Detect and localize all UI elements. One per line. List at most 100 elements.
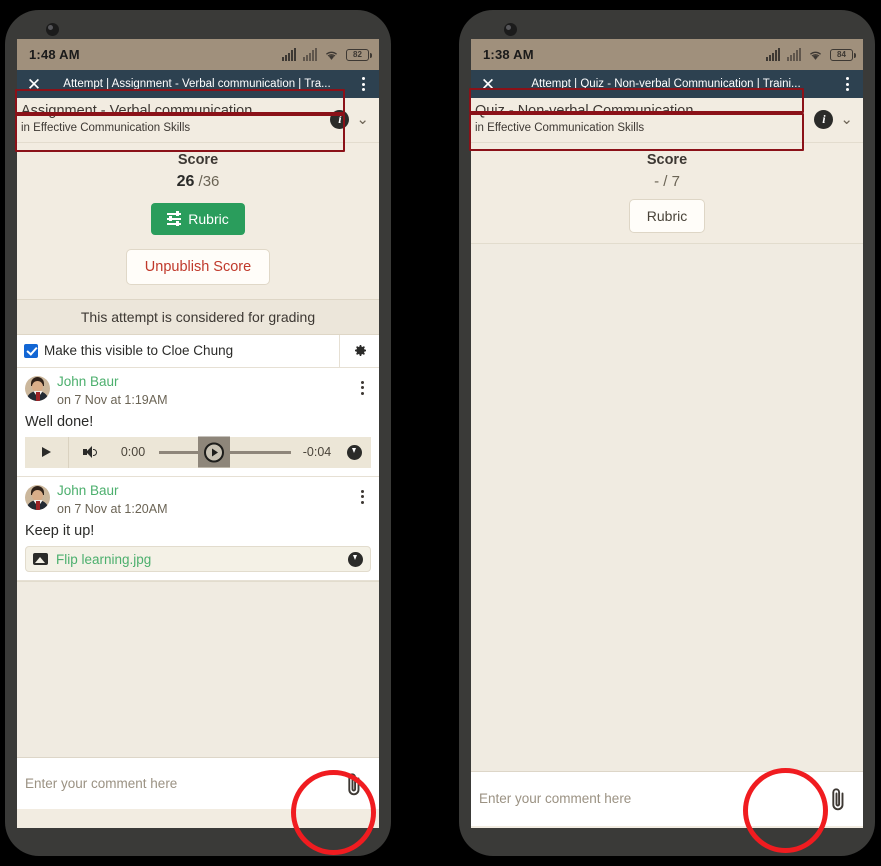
close-icon[interactable]: ✕ bbox=[17, 76, 51, 93]
visibility-checkbox[interactable] bbox=[24, 343, 38, 358]
context-actions: i ⌄ bbox=[808, 109, 863, 129]
status-bar: 1:48 AM 82 bbox=[17, 39, 379, 70]
battery-icon: 82 bbox=[346, 48, 372, 61]
attach-file-button[interactable] bbox=[337, 770, 371, 798]
attachment-filename[interactable]: Flip learning.jpg bbox=[56, 552, 340, 567]
left-phone-frame: 1:48 AM 82 ✕ Attempt | Assignment - Verb… bbox=[5, 10, 391, 856]
status-clock: 1:48 AM bbox=[29, 47, 80, 62]
visibility-toggle[interactable]: Make this visible to Cloe Chung bbox=[17, 343, 339, 358]
comment-attachment[interactable]: Flip learning.jpg bbox=[25, 546, 371, 573]
audio-remaining-time: -0:04 bbox=[302, 445, 332, 460]
page-title: Assignment - Verbal communication bbox=[21, 103, 253, 119]
signal-bars-icon bbox=[766, 48, 780, 61]
app-bar: ✕ Attempt | Assignment - Verbal communic… bbox=[17, 70, 379, 98]
comment-menu-icon[interactable] bbox=[353, 374, 371, 395]
score-block: Score - / 7 Rubric bbox=[471, 142, 863, 243]
comment-item: John Baur on 7 Nov at 1:20AM Keep it up!… bbox=[17, 477, 379, 582]
status-bar: 1:38 AM 84 bbox=[471, 39, 863, 70]
audio-current-time: 0:00 bbox=[120, 445, 146, 460]
audio-player[interactable]: 0:00 -0:04 bbox=[25, 436, 371, 468]
double-chevron-down-icon[interactable]: ⌄ bbox=[840, 112, 853, 127]
score-earned: 26 bbox=[176, 172, 195, 190]
battery-level: 82 bbox=[353, 49, 362, 59]
info-icon[interactable]: i bbox=[330, 109, 350, 129]
double-chevron-down-icon[interactable]: ⌄ bbox=[356, 112, 369, 127]
comment-input[interactable]: Enter your comment here bbox=[479, 791, 821, 806]
tune-sliders-icon bbox=[167, 211, 182, 227]
score-block: Score 26 /36 Rubric Unpublish Score bbox=[17, 142, 379, 299]
left-phone-screen: 1:48 AM 82 ✕ Attempt | Assignment - Verb… bbox=[17, 39, 379, 828]
app-bar-title: Attempt | Quiz - Non-verbal Communicatio… bbox=[531, 78, 801, 90]
signal-bars-icon bbox=[282, 48, 296, 61]
grading-note: This attempt is considered for grading bbox=[17, 298, 379, 335]
kebab-menu-icon[interactable] bbox=[831, 77, 863, 91]
status-clock: 1:38 AM bbox=[483, 47, 534, 62]
wifi-icon bbox=[809, 51, 822, 60]
score-earned: - bbox=[654, 172, 660, 190]
rubric-button-wrap: Rubric bbox=[471, 190, 863, 233]
comment-author[interactable]: John Baur bbox=[57, 374, 346, 391]
comment-input-row[interactable]: Enter your comment here bbox=[471, 770, 863, 826]
image-file-icon bbox=[33, 553, 48, 566]
rubric-button[interactable]: Rubric bbox=[628, 198, 706, 233]
content-filler bbox=[17, 581, 379, 758]
score-total: / 7 bbox=[663, 172, 680, 190]
rubric-button[interactable]: Rubric bbox=[151, 202, 245, 235]
comment-text: Well done! bbox=[25, 413, 94, 430]
paperclip-icon bbox=[832, 788, 844, 810]
right-phone-frame: 1:38 AM 84 ✕ Attempt | Quiz - Non-verbal… bbox=[459, 10, 875, 856]
screenshot-stage: 1:48 AM 82 ✕ Attempt | Assignment - Verb… bbox=[0, 0, 881, 866]
context-header: Quiz - Non-verbal Communication in Effec… bbox=[471, 98, 863, 143]
context-text: Assignment - Verbal communication in Eff… bbox=[17, 103, 324, 136]
comment-author[interactable]: John Baur bbox=[57, 483, 346, 500]
visibility-label: Make this visible to Cloe Chung bbox=[44, 343, 234, 359]
signal-bars-icon-2 bbox=[787, 48, 801, 61]
download-icon[interactable] bbox=[348, 551, 363, 567]
content-filler bbox=[471, 242, 863, 771]
comment-meta: John Baur on 7 Nov at 1:20AM bbox=[57, 483, 346, 517]
close-icon[interactable]: ✕ bbox=[471, 76, 505, 93]
audio-download-button[interactable] bbox=[337, 444, 371, 460]
comment-menu-icon[interactable] bbox=[353, 483, 371, 504]
context-actions: i ⌄ bbox=[324, 109, 379, 129]
visibility-row: Make this visible to Cloe Chung bbox=[17, 334, 379, 368]
score-value: 26 /36 bbox=[17, 173, 379, 191]
comment-input[interactable]: Enter your comment here bbox=[25, 776, 337, 791]
comment-item: John Baur on 7 Nov at 1:19AM Well done! … bbox=[17, 368, 379, 477]
audio-progress-track[interactable] bbox=[159, 436, 291, 468]
attach-file-button[interactable] bbox=[821, 785, 855, 813]
comment-input-row[interactable]: Enter your comment here bbox=[17, 757, 379, 810]
volume-icon[interactable] bbox=[69, 445, 113, 459]
battery-icon: 84 bbox=[830, 48, 856, 61]
comment-timestamp: on 7 Nov at 1:19AM bbox=[57, 392, 168, 407]
front-camera bbox=[43, 20, 62, 39]
unpublish-score-button[interactable]: Unpublish Score bbox=[125, 248, 271, 285]
play-icon[interactable] bbox=[25, 436, 69, 468]
settings-button[interactable] bbox=[339, 334, 379, 367]
comment-timestamp: on 7 Nov at 1:20AM bbox=[57, 501, 168, 516]
audio-scrubber-handle[interactable] bbox=[198, 436, 231, 468]
download-icon bbox=[346, 444, 362, 460]
info-icon[interactable]: i bbox=[814, 109, 834, 129]
page-subtitle: in Effective Communication Skills bbox=[21, 122, 191, 135]
status-icons: 82 bbox=[282, 48, 372, 61]
score-label: Score bbox=[177, 151, 219, 168]
status-icons: 84 bbox=[766, 48, 856, 61]
score-total: /36 bbox=[198, 172, 220, 190]
comment-text: Keep it up! bbox=[25, 523, 95, 540]
right-phone-screen: 1:38 AM 84 ✕ Attempt | Quiz - Non-verbal… bbox=[471, 39, 863, 828]
paperclip-icon bbox=[348, 772, 360, 795]
rubric-button-label: Rubric bbox=[188, 210, 229, 227]
context-text: Quiz - Non-verbal Communication in Effec… bbox=[471, 103, 808, 136]
app-bar: ✕ Attempt | Quiz - Non-verbal Communicat… bbox=[471, 70, 863, 98]
page-title: Quiz - Non-verbal Communication bbox=[475, 103, 694, 119]
wifi-icon bbox=[325, 51, 338, 60]
front-camera bbox=[501, 20, 520, 39]
score-label: Score bbox=[646, 151, 688, 168]
comment-meta: John Baur on 7 Nov at 1:19AM bbox=[57, 374, 346, 408]
kebab-menu-icon[interactable] bbox=[347, 77, 379, 91]
context-header: Assignment - Verbal communication in Eff… bbox=[17, 98, 379, 143]
avatar bbox=[25, 484, 50, 510]
comment-header: John Baur on 7 Nov at 1:19AM bbox=[25, 374, 371, 408]
battery-level: 84 bbox=[837, 49, 846, 59]
